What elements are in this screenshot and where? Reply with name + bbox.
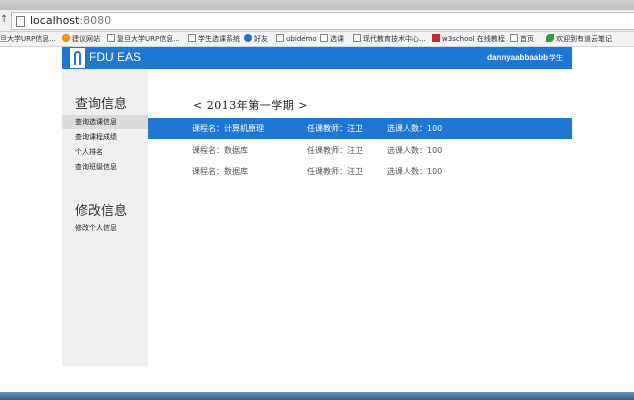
bookmark-label: 复旦大学URP信息...	[117, 35, 180, 43]
course-row[interactable]: 课程名：数据库 任课教师：汪卫 选课人数：100	[148, 161, 572, 182]
leaf-icon	[546, 34, 554, 42]
url-host: localhost	[30, 14, 80, 27]
page-icon	[107, 34, 115, 42]
w3-icon	[432, 34, 440, 42]
sidebar-item-grades[interactable]: 查询课程成绩	[62, 130, 148, 144]
course-count: 选课人数：100	[387, 167, 443, 176]
course-name: 课程名：数据库	[192, 146, 248, 155]
course-count: 选课人数：100	[387, 124, 443, 133]
bookmark-label: 选课	[330, 35, 344, 43]
bookmark-item[interactable]: 首页	[510, 33, 534, 46]
course-row[interactable]: 课程名：数据库 任课教师：汪卫 选课人数：100	[148, 140, 572, 161]
user-role: 学生	[549, 54, 563, 62]
url-port: :8080	[79, 14, 112, 27]
address-bar[interactable]: localhost:8080	[11, 12, 634, 30]
bookmark-item[interactable]: 复旦大学URP信息...	[107, 33, 180, 46]
user-name[interactable]: dannyaabbaabb	[487, 53, 548, 62]
bookmark-label: 现代教育技术中心...	[363, 35, 426, 43]
os-taskbar	[0, 392, 634, 400]
sidebar-item-ranking[interactable]: 个人排名	[62, 145, 148, 159]
bookmarks-bar: 旦大学URP信息... 建议网站 复旦大学URP信息... 学生选课系统 好友 …	[0, 32, 634, 47]
sidebar: 查询信息 查询选课信息 查询课程成绩 个人排名 查询班级信息 修改信息 修改个人…	[62, 69, 148, 366]
bookmark-label: ubidemo	[286, 35, 317, 43]
page-icon	[510, 34, 518, 42]
user-icon	[244, 34, 252, 42]
bookmark-item[interactable]: 欢迎到有道云笔记	[546, 33, 612, 46]
bookmark-label: 好友	[254, 35, 268, 43]
bookmark-item[interactable]: 选课	[320, 33, 344, 46]
bookmark-label: 建议网站	[72, 35, 100, 43]
url-text[interactable]: localhost:8080	[30, 14, 111, 27]
page-icon	[276, 34, 284, 42]
course-name: 课程名：计算机原理	[192, 124, 264, 133]
address-bar-row: ↑ localhost:8080	[0, 10, 634, 32]
course-teacher: 任课教师：汪卫	[307, 167, 363, 176]
bookmark-item[interactable]: 学生选课系统	[188, 33, 240, 46]
course-name: 课程名：数据库	[192, 167, 248, 176]
sidebar-item-course-selection[interactable]: 查询选课信息	[62, 115, 148, 129]
bookmark-label: 首页	[520, 35, 534, 43]
app-title[interactable]: FDU EAS	[89, 50, 141, 64]
page-icon	[320, 34, 328, 42]
orange-icon	[62, 34, 70, 42]
bookmark-label: 旦大学URP信息...	[0, 35, 56, 43]
course-count: 选课人数：100	[387, 146, 443, 155]
sidebar-heading-modify: 修改信息	[75, 204, 128, 219]
page-icon	[16, 16, 25, 27]
logo-icon	[70, 48, 85, 68]
sidebar-item-class-info[interactable]: 查询班级信息	[62, 160, 148, 174]
bookmark-label: 学生选课系统	[198, 35, 240, 43]
course-teacher: 任课教师：汪卫	[307, 146, 363, 155]
bookmark-label: 欢迎到有道云笔记	[556, 35, 612, 43]
bookmark-label: w3school 在线教程	[442, 35, 505, 43]
bookmark-item[interactable]: ubidemo	[276, 33, 317, 46]
term-selector[interactable]: < 2013年第一学期 >	[193, 97, 308, 113]
browser-titlebar	[0, 0, 634, 10]
page-icon	[188, 34, 196, 42]
bookmark-item[interactable]: 建议网站	[62, 33, 100, 46]
bookmark-item[interactable]: 好友	[244, 33, 268, 46]
course-teacher: 任课教师：汪卫	[307, 124, 363, 133]
bookmark-item[interactable]: 旦大学URP信息...	[0, 33, 56, 46]
sidebar-item-edit-profile[interactable]: 修改个人信息	[62, 221, 148, 235]
sidebar-heading-query: 查询信息	[75, 97, 128, 112]
app-header: FDU EAS dannyaabbaabb 学生	[62, 47, 572, 69]
bookmark-item[interactable]: 现代教育技术中心...	[353, 33, 426, 46]
bookmark-item[interactable]: w3school 在线教程	[432, 33, 505, 46]
course-row[interactable]: 课程名：计算机原理 任课教师：汪卫 选课人数：100	[148, 118, 572, 139]
nav-arrow-icon[interactable]: ↑	[0, 14, 10, 25]
page-icon	[353, 34, 361, 42]
